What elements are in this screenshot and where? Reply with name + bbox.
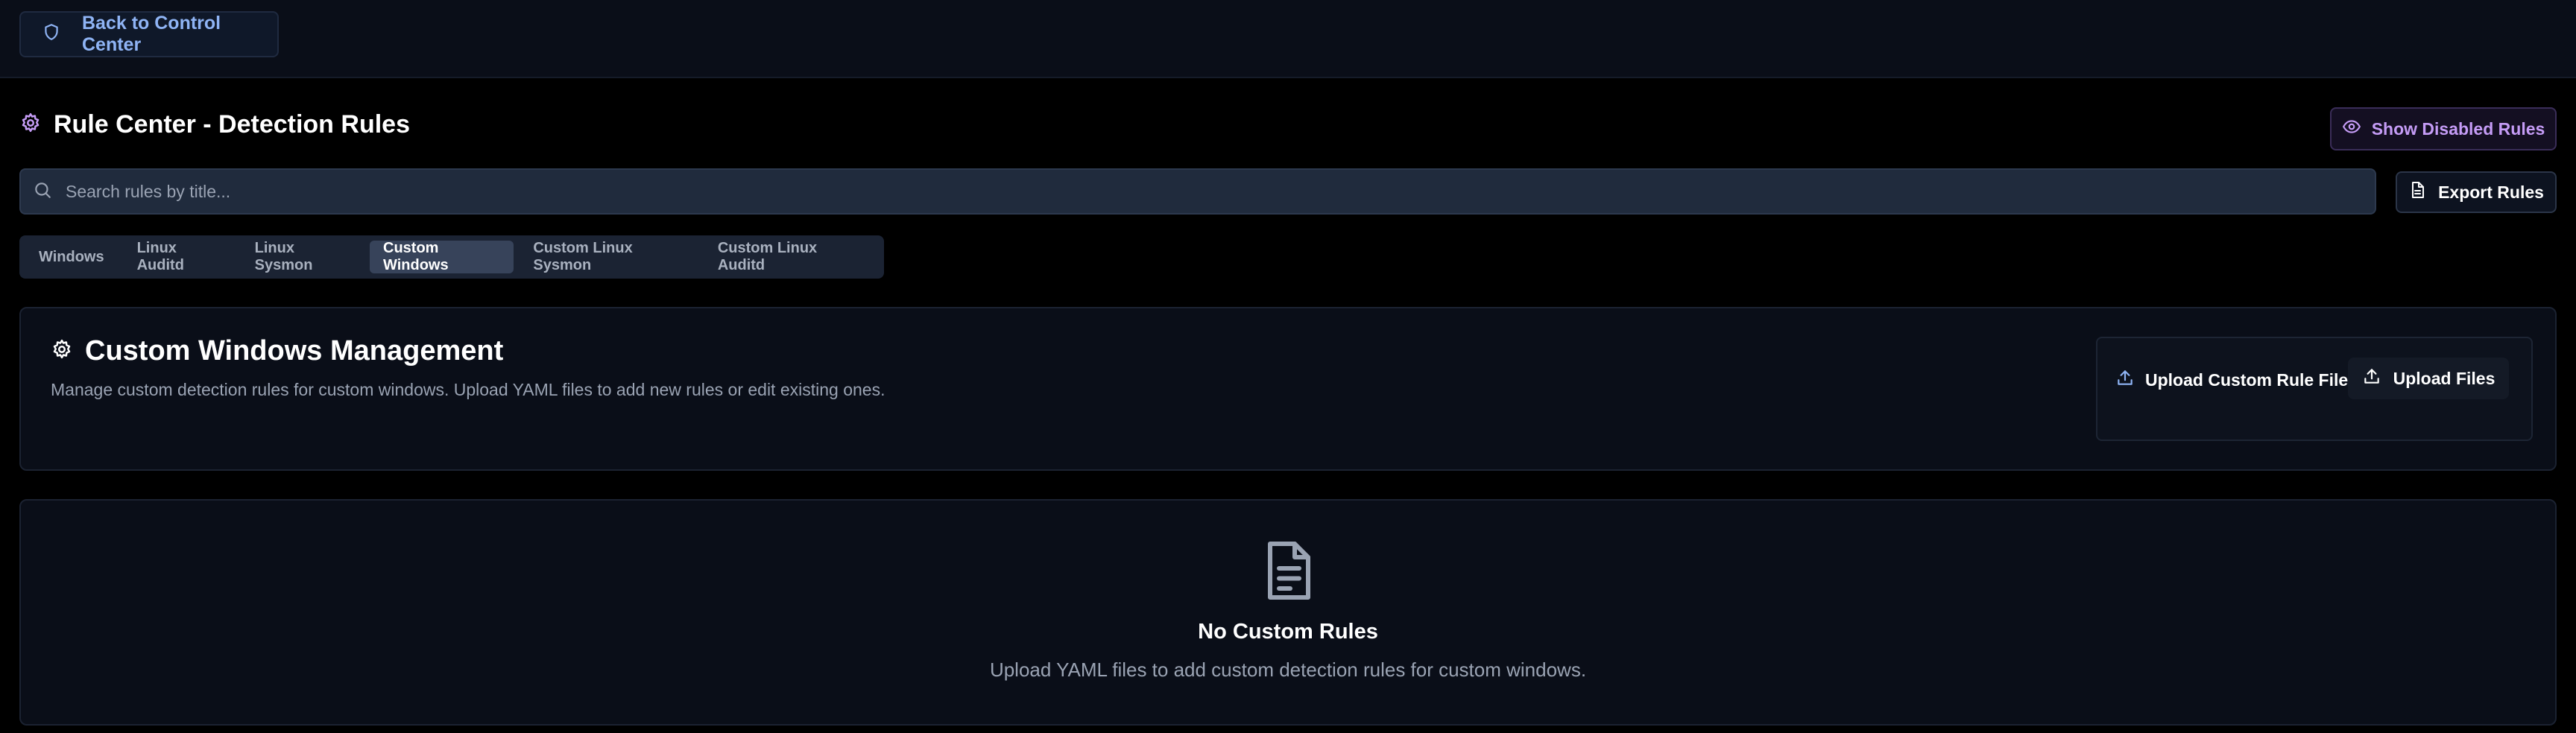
gear-icon bbox=[51, 338, 73, 364]
tab-custom-windows[interactable]: Custom Windows bbox=[370, 240, 514, 273]
search-box bbox=[19, 168, 2376, 215]
management-title-row: Custom Windows Management bbox=[51, 335, 503, 367]
upload-icon bbox=[2362, 366, 2381, 390]
search-icon bbox=[33, 180, 52, 203]
show-disabled-label: Show Disabled Rules bbox=[2371, 118, 2545, 139]
empty-state-title: No Custom Rules bbox=[1198, 620, 1378, 644]
back-to-control-center-button[interactable]: Back to Control Center bbox=[19, 11, 279, 57]
upload-label-text: Upload Custom Rule Files bbox=[2145, 369, 2358, 390]
empty-state-card: No Custom Rules Upload YAML files to add… bbox=[19, 499, 2557, 726]
show-disabled-rules-button[interactable]: Show Disabled Rules bbox=[2330, 107, 2557, 150]
tab-custom-linux-auditd[interactable]: Custom Linux Auditd bbox=[704, 240, 872, 273]
page-title: Rule Center - Detection Rules bbox=[54, 110, 410, 139]
management-description: Manage custom detection rules for custom… bbox=[51, 380, 886, 399]
export-rules-label: Export Rules bbox=[2438, 182, 2544, 202]
tab-custom-linux-sysmon[interactable]: Custom Linux Sysmon bbox=[520, 240, 698, 273]
gear-icon bbox=[19, 112, 42, 138]
upload-files-button[interactable]: Upload Files bbox=[2348, 358, 2509, 399]
upload-files-label: Upload Files bbox=[2393, 368, 2496, 388]
file-text-icon bbox=[2408, 181, 2426, 203]
file-text-icon bbox=[1261, 539, 1315, 602]
management-title: Custom Windows Management bbox=[85, 335, 504, 366]
tab-windows[interactable]: Windows bbox=[25, 241, 118, 273]
page-title-row: Rule Center - Detection Rules bbox=[19, 110, 410, 139]
empty-state-description: Upload YAML files to add custom detectio… bbox=[989, 659, 1587, 681]
top-bar: Back to Control Center bbox=[0, 0, 2576, 78]
rule-category-tabs: Windows Linux Auditd Linux Sysmon Custom… bbox=[19, 235, 884, 279]
shield-icon bbox=[42, 22, 61, 47]
upload-custom-rule-files-label: Upload Custom Rule Files bbox=[2115, 368, 2358, 392]
management-card: Custom Windows Management Manage custom … bbox=[19, 307, 2557, 471]
upload-panel: Upload Custom Rule Files Upload Files bbox=[2096, 337, 2533, 441]
export-rules-button[interactable]: Export Rules bbox=[2396, 171, 2557, 213]
upload-icon bbox=[2115, 368, 2135, 392]
tab-linux-sysmon[interactable]: Linux Sysmon bbox=[242, 240, 364, 273]
eye-icon bbox=[2342, 117, 2361, 141]
search-input[interactable] bbox=[64, 180, 2375, 203]
back-button-label: Back to Control Center bbox=[82, 13, 221, 55]
tab-linux-auditd[interactable]: Linux Auditd bbox=[124, 240, 236, 273]
